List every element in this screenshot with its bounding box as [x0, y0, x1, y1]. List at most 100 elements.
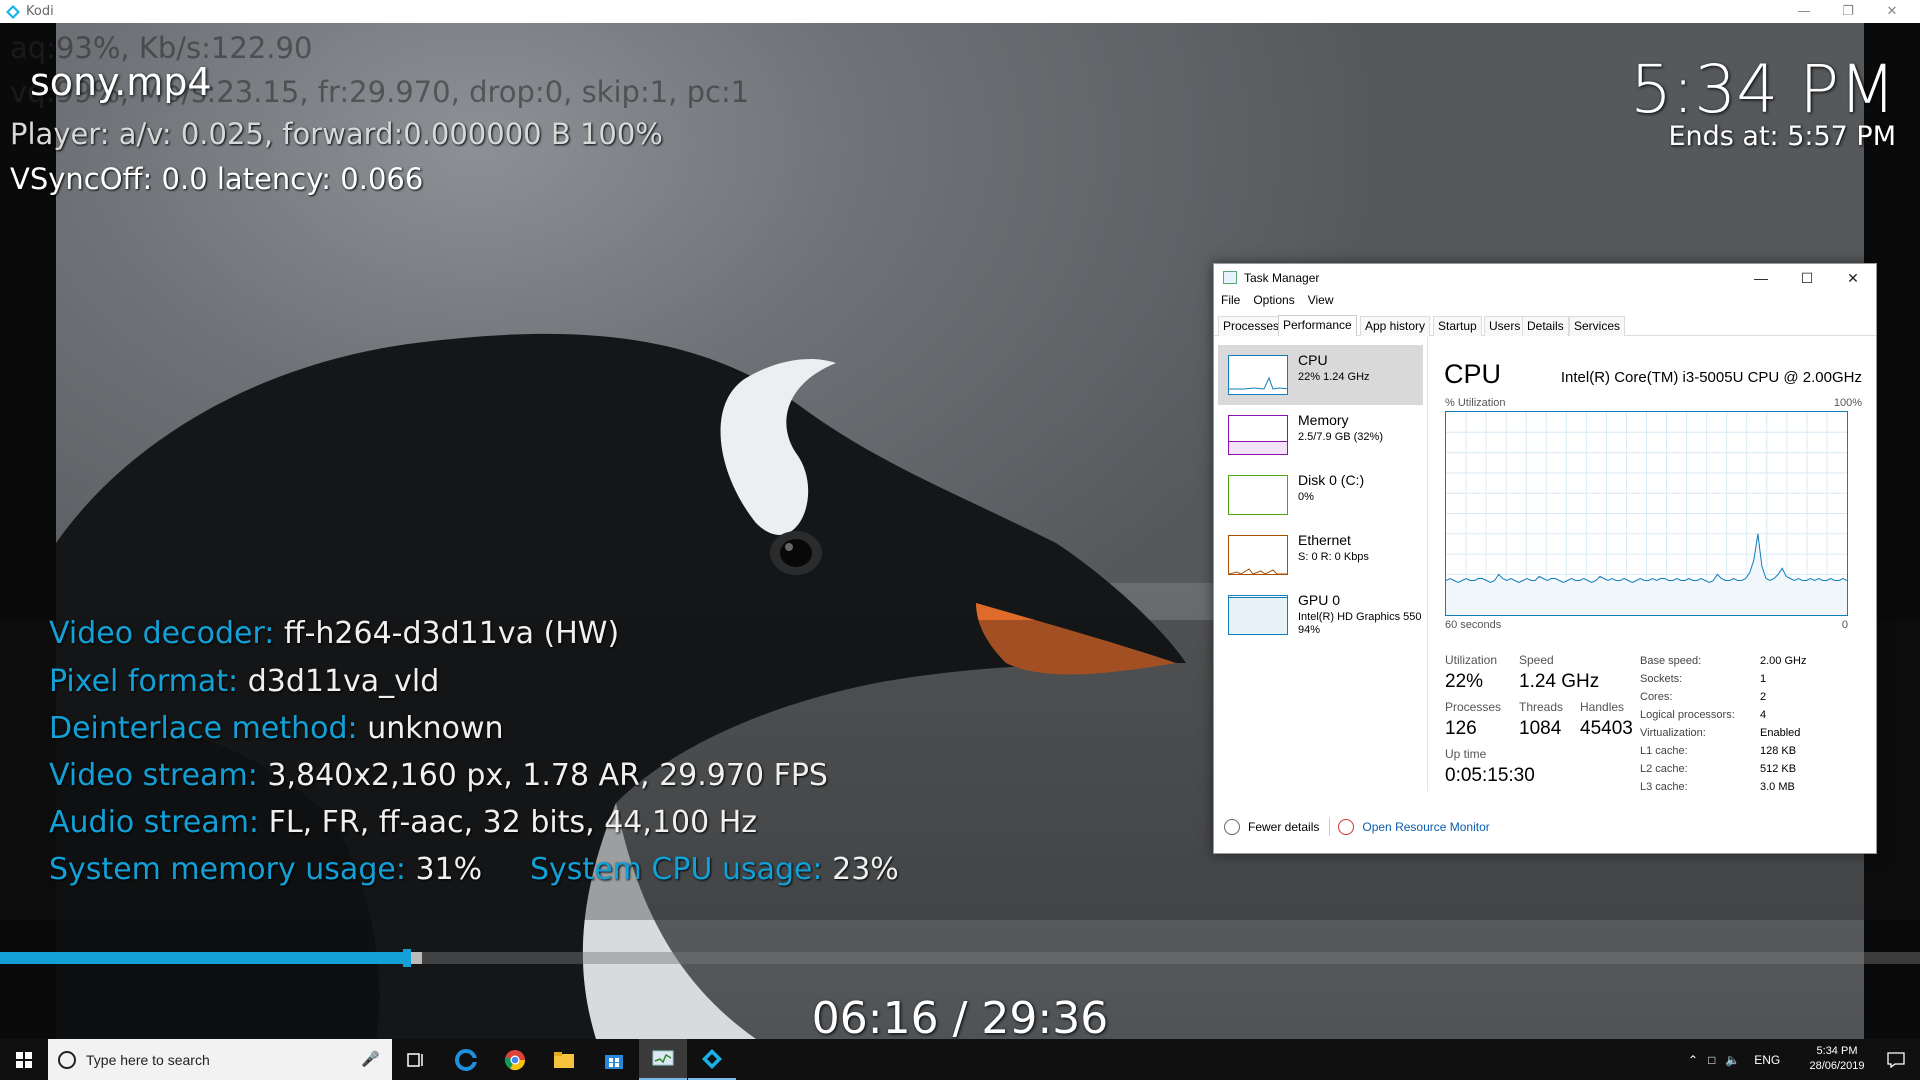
- deinterlace-value: unknown: [367, 711, 504, 746]
- resource-gpu-name: GPU 0: [1298, 592, 1341, 608]
- tm-minimize-button[interactable]: —: [1738, 264, 1784, 292]
- spec-value: Enabled: [1760, 727, 1801, 739]
- desktop: Kodi — ❐ ✕ aq:93%, Kb/s:122.90 vq:99%, M…: [0, 0, 1920, 1080]
- cpu-graph-svg: [1445, 412, 1848, 615]
- handles-value: 45403: [1580, 718, 1633, 739]
- tm-close-button[interactable]: ✕: [1830, 264, 1876, 292]
- minimize-button[interactable]: —: [1784, 0, 1824, 23]
- menu-options[interactable]: Options: [1253, 293, 1294, 313]
- tab-services[interactable]: Services: [1569, 316, 1626, 336]
- handles-label: Handles: [1580, 700, 1625, 714]
- taskbar-time: 5:34 PM: [1816, 1045, 1858, 1057]
- spec-key: L2 cache:: [1640, 763, 1688, 775]
- spec-key: L1 cache:: [1640, 745, 1688, 757]
- edge-icon[interactable]: [442, 1039, 490, 1080]
- task-manager-title: Task Manager: [1244, 271, 1320, 285]
- taskbar: Type here to search 🎤 ⌃ □ 🔈 ENG 5:34 PM …: [0, 1039, 1920, 1080]
- spec-key: Virtualization:: [1640, 727, 1706, 739]
- chevron-up-icon[interactable]: ⌃: [1688, 1053, 1698, 1067]
- tab-processes[interactable]: Processes: [1218, 316, 1285, 336]
- tab-startup[interactable]: Startup: [1433, 316, 1482, 336]
- video-decoder-label: Video decoder:: [49, 616, 275, 651]
- uptime-value: 0:05:15:30: [1445, 765, 1535, 786]
- chevron-up-icon: [1224, 819, 1240, 835]
- store-icon[interactable]: [590, 1039, 638, 1080]
- resource-list: CPU 22% 1.24 GHz Memory 2.5/7.9 GB (32%)…: [1218, 345, 1423, 645]
- task-view-icon[interactable]: [392, 1039, 440, 1080]
- video-decoder-value: ff-h264-d3d11va (HW): [283, 616, 620, 651]
- cpu-usage-value: 23%: [832, 852, 899, 887]
- task-manager-window[interactable]: Task Manager — ☐ ✕ File Options View Pro…: [1213, 263, 1877, 854]
- spec-key: L3 cache:: [1640, 781, 1688, 793]
- task-manager-taskbar-icon[interactable]: [639, 1039, 687, 1080]
- utilization-label: Utilization: [1445, 653, 1498, 667]
- tm-maximize-button[interactable]: ☐: [1784, 264, 1830, 292]
- cpu-heading: CPU: [1444, 359, 1502, 389]
- menu-file[interactable]: File: [1221, 293, 1240, 313]
- pixel-format-label: Pixel format:: [49, 664, 239, 699]
- cpu-usage-row: System CPU usage: 23%: [530, 852, 899, 887]
- spec-value: 4: [1760, 709, 1767, 721]
- task-manager-titlebar[interactable]: Task Manager — ☐ ✕: [1214, 264, 1876, 292]
- graph-min-label: 0: [1841, 619, 1848, 631]
- tab-users[interactable]: Users: [1484, 316, 1526, 336]
- memory-usage-label: System memory usage:: [49, 852, 406, 887]
- language-indicator[interactable]: ENG: [1754, 1053, 1780, 1067]
- audio-stream-value: FL, FR, ff-aac, 32 bits, 44,100 Hz: [268, 805, 758, 840]
- taskbar-clock[interactable]: 5:34 PM 28/06/2019: [1806, 1044, 1868, 1074]
- start-button[interactable]: [0, 1039, 48, 1080]
- tab-performance[interactable]: Performance: [1278, 315, 1357, 336]
- notifications-icon[interactable]: [1872, 1039, 1920, 1080]
- resource-ethernet[interactable]: Ethernet S: 0 R: 0 Kbps: [1218, 525, 1423, 585]
- disk-thumb-graph: [1228, 475, 1288, 515]
- uptime-label: Up time: [1445, 747, 1487, 761]
- file-explorer-icon[interactable]: [540, 1039, 588, 1080]
- performance-panel: CPU 22% 1.24 GHz Memory 2.5/7.9 GB (32%)…: [1214, 337, 1876, 793]
- cpu-details: CPU Intel(R) Core(TM) i3-5005U CPU @ 2.0…: [1434, 337, 1874, 793]
- spec-key: Base speed:: [1640, 655, 1702, 667]
- threads-value: 1084: [1519, 718, 1562, 739]
- volume-icon[interactable]: 🔈: [1725, 1053, 1740, 1067]
- audio-stream-row: Audio stream: FL, FR, ff-aac, 32 bits, 4…: [49, 805, 757, 840]
- fewer-details-button[interactable]: Fewer details: [1248, 820, 1319, 834]
- gpu-thumb-graph: [1228, 595, 1288, 635]
- cpu-utilization-graph: [1445, 411, 1848, 616]
- pixel-format-row: Pixel format: d3d11va_vld: [49, 664, 439, 699]
- resource-disk-name: Disk 0 (C:): [1298, 472, 1365, 488]
- close-button[interactable]: ✕: [1872, 0, 1912, 23]
- tab-details[interactable]: Details: [1522, 316, 1569, 336]
- spec-value: 512 KB: [1760, 763, 1797, 775]
- ends-at: Ends at: 5:57 PM: [1668, 121, 1896, 152]
- resource-gpu[interactable]: GPU 0 Intel(R) HD Graphics 550 94%: [1218, 585, 1423, 645]
- resource-cpu-sub: 22% 1.24 GHz: [1298, 371, 1370, 383]
- seek-bar-handle[interactable]: [403, 949, 412, 967]
- memory-usage-value: 31%: [415, 852, 483, 887]
- resource-memory[interactable]: Memory 2.5/7.9 GB (32%): [1218, 405, 1423, 465]
- processes-label: Processes: [1445, 700, 1502, 714]
- kodi-window-title: Kodi: [26, 4, 54, 19]
- windows-icon: [16, 1051, 32, 1068]
- kodi-logo-icon: [6, 4, 20, 19]
- resource-memory-sub: 2.5/7.9 GB (32%): [1298, 431, 1383, 443]
- resource-gpu-model: Intel(R) HD Graphics 550: [1298, 611, 1422, 623]
- resource-ethernet-sub: S: 0 R: 0 Kbps: [1298, 551, 1369, 563]
- resource-monitor-icon: [1338, 819, 1355, 835]
- menu-view[interactable]: View: [1308, 293, 1334, 313]
- resource-cpu[interactable]: CPU 22% 1.24 GHz: [1218, 345, 1423, 405]
- resource-disk[interactable]: Disk 0 (C:) 0%: [1218, 465, 1423, 525]
- kodi-taskbar-icon[interactable]: [688, 1039, 736, 1080]
- tab-app-history[interactable]: App history: [1360, 316, 1431, 336]
- restore-button[interactable]: ❐: [1828, 0, 1868, 23]
- speed-label: Speed: [1519, 653, 1554, 667]
- microphone-icon[interactable]: 🎤: [361, 1050, 380, 1068]
- network-icon[interactable]: □: [1708, 1053, 1715, 1067]
- chrome-icon[interactable]: [491, 1039, 539, 1080]
- taskbar-search[interactable]: Type here to search 🎤: [48, 1039, 392, 1080]
- resource-gpu-sub: Intel(R) HD Graphics 550 94%: [1298, 611, 1423, 637]
- seek-bar[interactable]: [0, 949, 1920, 967]
- ethernet-thumb-graph: [1228, 535, 1288, 575]
- speed-value: 1.24 GHz: [1519, 671, 1600, 692]
- taskbar-date: 28/06/2019: [1809, 1060, 1865, 1072]
- resource-memory-name: Memory: [1298, 412, 1349, 428]
- open-resource-monitor-link[interactable]: Open Resource Monitor: [1362, 820, 1489, 834]
